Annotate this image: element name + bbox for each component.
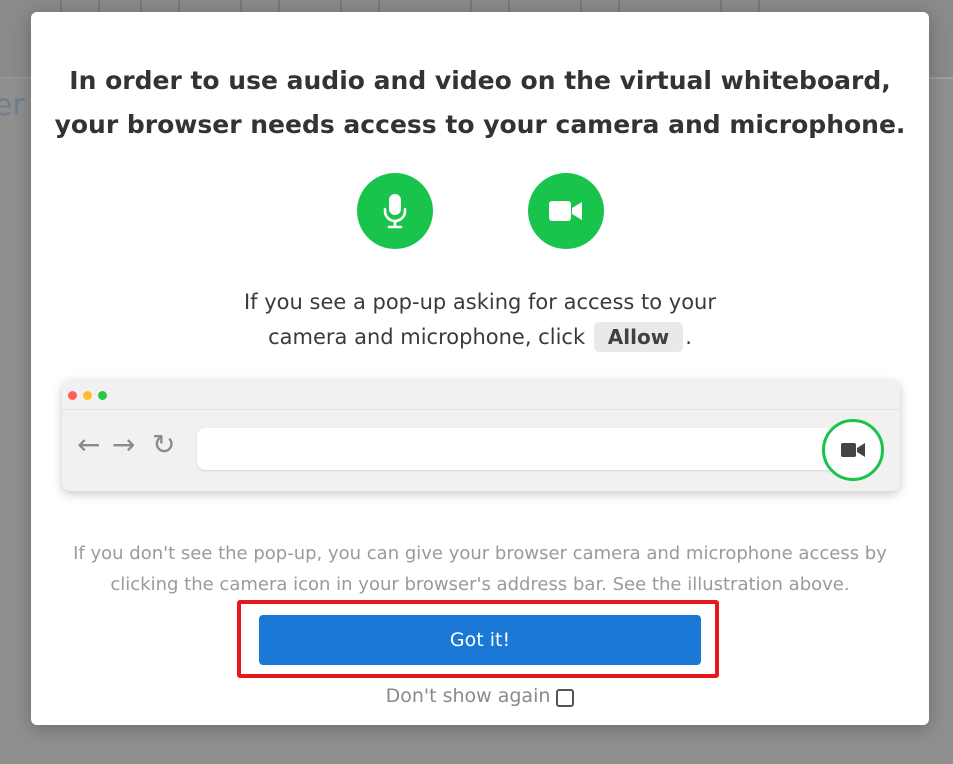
- window-maximize-dot: [98, 391, 107, 400]
- background-partial-text: er: [0, 88, 25, 123]
- window-close-dot: [68, 391, 77, 400]
- address-bar-illustration: [197, 428, 839, 470]
- background-divider: [930, 78, 953, 79]
- dont-show-again-checkbox[interactable]: [556, 688, 575, 707]
- instruction-line-2-text: camera and microphone, click: [268, 325, 586, 349]
- dont-show-again-label: Don't show again: [385, 685, 551, 707]
- instruction-line-2: camera and microphone, click Allow.: [31, 320, 929, 355]
- permissions-modal: In order to use audio and video on the v…: [31, 12, 929, 725]
- address-bar-camera-icon: [822, 419, 884, 481]
- instruction-text: If you see a pop-up asking for access to…: [31, 285, 929, 355]
- window-minimize-dot: [83, 391, 92, 400]
- browser-illustration: ← → ↻: [62, 380, 900, 491]
- microphone-icon: [357, 173, 433, 249]
- allow-pill: Allow: [593, 322, 684, 352]
- reload-icon: ↻: [152, 428, 176, 461]
- help-text-line-2: clicking the camera icon in your browser…: [110, 574, 850, 595]
- modal-title: In order to use audio and video on the v…: [31, 59, 929, 147]
- modal-title-line-2: your browser needs access to your camera…: [54, 110, 906, 139]
- back-arrow-icon: ←: [77, 428, 101, 461]
- help-text: If you don't see the pop-up, you can giv…: [31, 538, 929, 600]
- got-it-button[interactable]: Got it!: [259, 615, 701, 665]
- modal-title-line-1: In order to use audio and video on the v…: [69, 66, 891, 95]
- browser-illustration-titlebar: [62, 380, 900, 410]
- instruction-line-1: If you see a pop-up asking for access to…: [243, 290, 716, 314]
- instruction-period: .: [685, 325, 692, 349]
- forward-arrow-icon: →: [112, 428, 136, 461]
- help-text-line-1: If you don't see the pop-up, you can giv…: [73, 543, 887, 564]
- video-camera-icon: [528, 173, 604, 249]
- dont-show-again-option[interactable]: Don't show again: [31, 682, 929, 710]
